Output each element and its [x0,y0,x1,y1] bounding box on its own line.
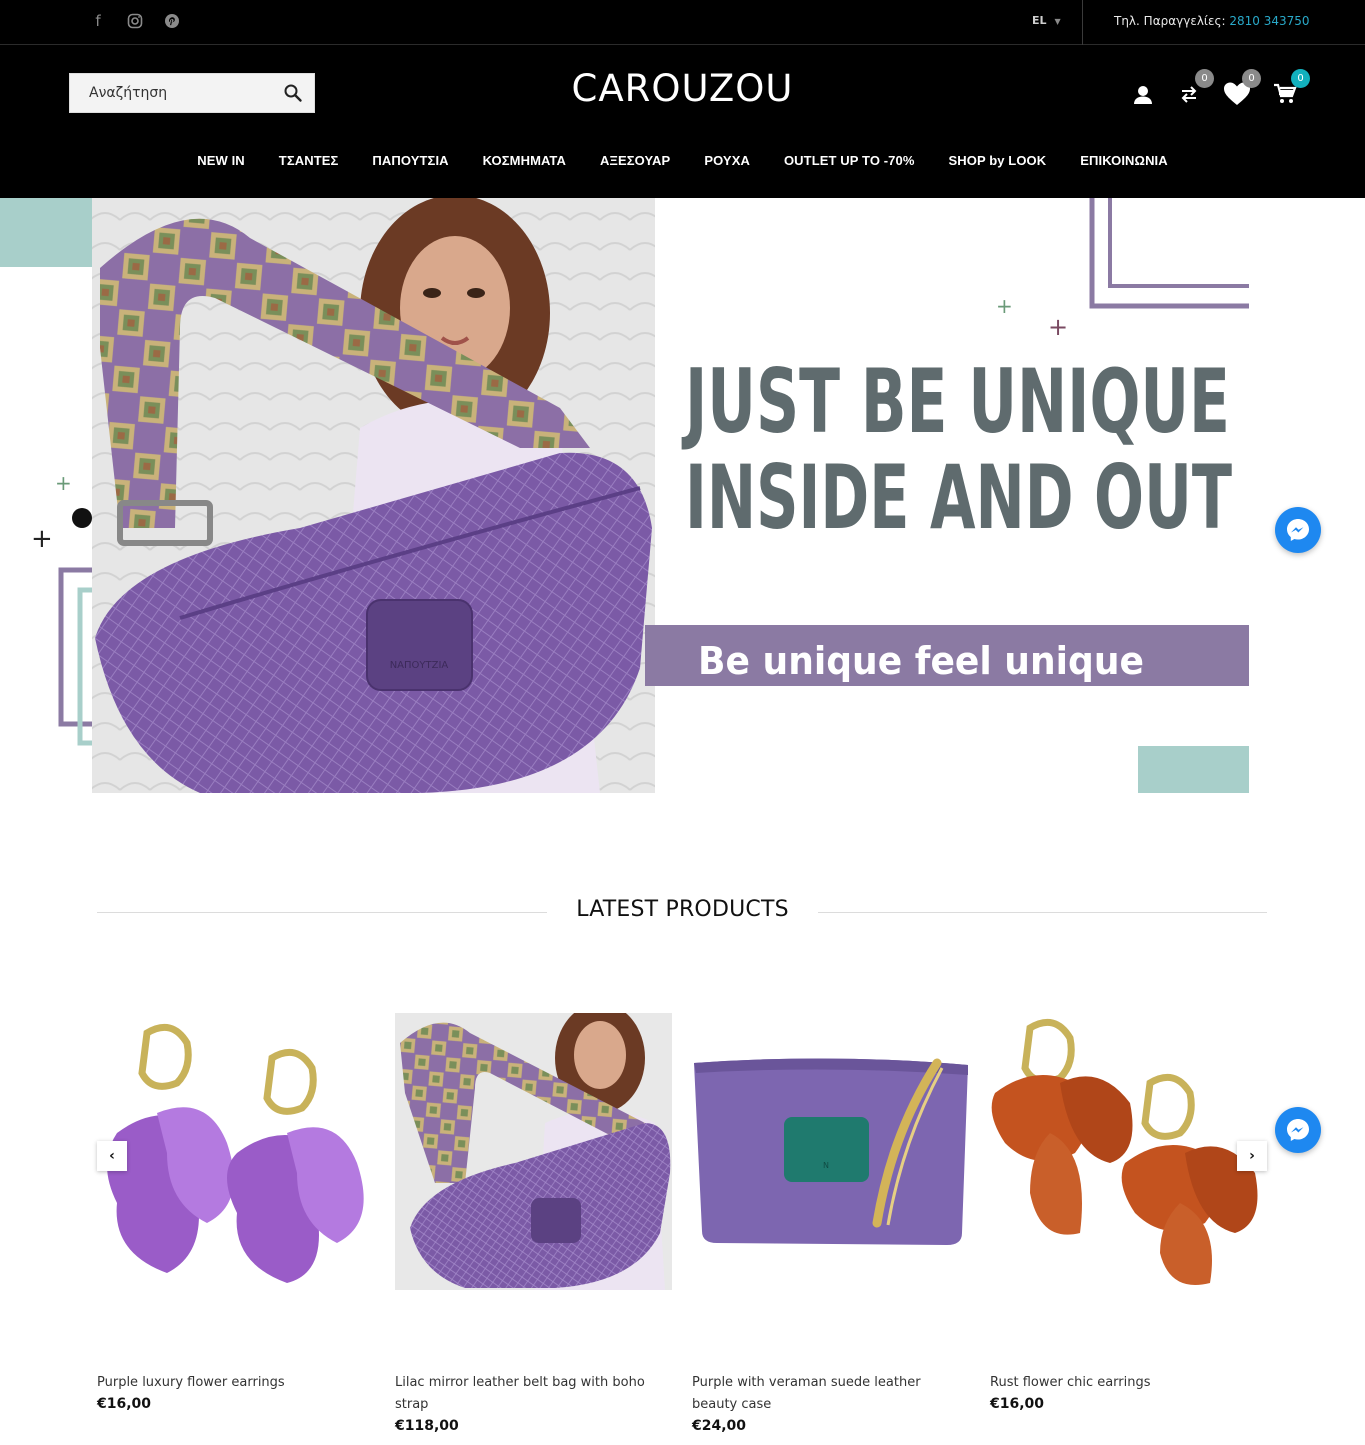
bag-stamp: ΝΑΠΟΥΤΖΙΑ [390,660,449,671]
messenger-icon [1287,519,1309,541]
pinterest-icon[interactable] [162,11,182,31]
header-actions: 0 0 0 [1128,69,1310,115]
product-name[interactable]: Lilac mirror leather belt bag with boho … [395,1372,672,1416]
compare-count-badge: 0 [1195,69,1214,88]
nav-item-contact[interactable]: ΕΠΙΚΟΙΝΩΝΙΑ [1063,153,1185,168]
hero-banner[interactable]: + + ΝΑΠΟΥΤΖΙΑ + + JUST BE UNIQUE INSIDE … [0,198,1365,808]
wishlist-icon[interactable]: 0 [1223,69,1261,107]
product-price: €118,00 [395,1418,459,1434]
phone-label: Τηλ. Παραγγελίες: [1114,14,1226,28]
account-icon[interactable] [1130,81,1156,107]
nav-item-accessories[interactable]: ΑΞΕΣΟΥΑΡ [583,153,687,168]
divider [97,912,547,913]
messenger-chat-button-lower[interactable] [1275,1107,1321,1153]
product-name[interactable]: Rust flower chic earrings [990,1372,1267,1394]
divider [818,912,1267,913]
compare-icon[interactable]: 0 [1176,69,1214,107]
hero-artwork: + + ΝΑΠΟΥΤΖΙΑ + + JUST BE UNIQUE INSIDE … [0,198,1249,793]
cart-icon[interactable]: 0 [1272,69,1310,107]
carousel-next-button[interactable]: › [1237,1141,1267,1171]
nav-item-shoes[interactable]: ΠΑΠΟΥΤΣΙΑ [355,153,465,168]
divider [1082,0,1083,45]
wishlist-count-badge: 0 [1242,69,1261,88]
product-image[interactable] [395,1013,672,1290]
product-image[interactable] [97,1013,374,1290]
hero-headline-1: JUST BE UNIQUE [682,350,1230,453]
main-nav: NEW IN ΤΣΑΝΤΕΣ ΠΑΠΟΥΤΣΙΑ ΚΟΣΜΗΜΑΤΑ ΑΞΕΣΟ… [0,153,1365,168]
phone-number-link[interactable]: 2810 343750 [1229,14,1309,28]
product-price: €16,00 [97,1396,152,1412]
section-title: LATEST PRODUCTS [566,897,799,922]
svg-text:+: + [1048,313,1068,341]
order-phone: Τηλ. Παραγγελίες: 2810 343750 [1114,14,1310,28]
product-card: N Purple with veraman suede leather beau… [692,1013,969,1434]
nav-item-outlet[interactable]: OUTLET UP TO -70% [767,153,932,168]
cart-count-badge: 0 [1291,69,1310,88]
site-header: CAROUZOU 0 0 0 NEW IN ΤΣΑΝΤΕΣ ΠΑΠΟΥΤΣΙΑ … [0,45,1365,198]
nav-item-bags[interactable]: ΤΣΑΝΤΕΣ [262,153,356,168]
nav-item-jewelry[interactable]: ΚΟΣΜΗΜΑΤΑ [466,153,583,168]
nav-item-new-in[interactable]: NEW IN [180,153,262,168]
chevron-down-icon: ▼ [1054,17,1061,26]
language-selector[interactable]: EL ▼ [1032,14,1061,27]
product-image[interactable]: N [692,1013,969,1290]
hero-headline-2: INSIDE AND OUT [685,446,1232,549]
latest-products-header: LATEST PRODUCTS [0,897,1365,922]
svg-text:N: N [823,1161,829,1170]
chevron-right-icon: › [1249,1148,1255,1164]
nav-item-clothes[interactable]: ΡΟΥΧΑ [687,153,767,168]
carousel-prev-button[interactable]: ‹ [97,1141,127,1171]
top-bar: f EL ▼ Τηλ. Παραγγελίες: 2810 343750 [0,0,1365,45]
social-links: f [88,11,182,31]
svg-text:+: + [31,524,53,554]
instagram-icon[interactable] [125,11,145,31]
product-price: €16,00 [990,1396,1045,1412]
product-name[interactable]: Purple luxury flower earrings [97,1372,374,1394]
svg-text:+: + [996,294,1013,318]
chevron-left-icon: ‹ [109,1148,115,1164]
product-card: Purple luxury flower earrings €16,00 [97,1013,374,1412]
messenger-chat-button[interactable] [1275,507,1321,553]
hero-tagline: Be unique feel unique [698,639,1144,683]
nav-item-shop-by-look[interactable]: SHOP by LOOK [932,153,1064,168]
product-carousel: Purple luxury flower earrings €16,00 Lil… [97,1013,1267,1445]
product-name[interactable]: Purple with veraman suede leather beauty… [692,1372,969,1416]
facebook-icon[interactable]: f [88,11,108,31]
product-card: Lilac mirror leather belt bag with boho … [395,1013,672,1434]
product-card: Rust flower chic earrings €16,00 [990,1013,1267,1412]
language-code: EL [1032,14,1047,27]
svg-text:+: + [55,471,72,495]
messenger-icon [1287,1119,1309,1141]
product-price: €24,00 [692,1418,747,1434]
product-image[interactable] [990,1013,1267,1290]
